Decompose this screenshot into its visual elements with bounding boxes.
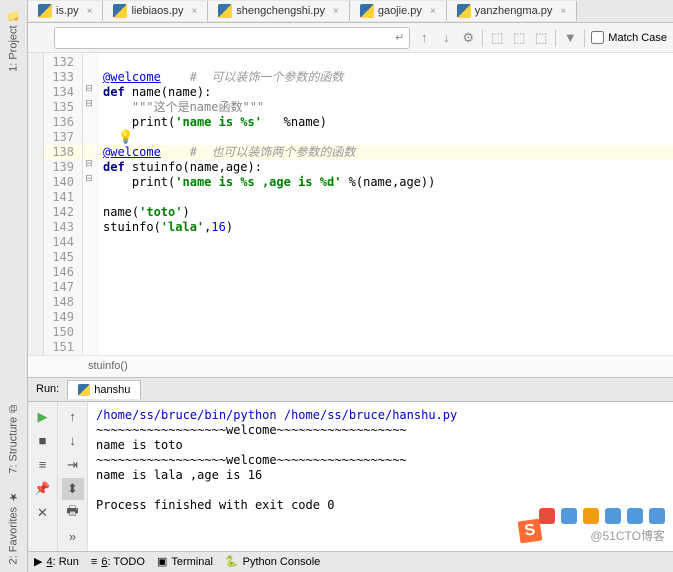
down-button[interactable]: ↓ [62, 430, 84, 452]
python-icon [78, 384, 90, 396]
print-button[interactable]: 🖶 [62, 502, 84, 524]
close-icon[interactable]: × [191, 6, 197, 17]
rerun-button[interactable]: ▶ [32, 406, 54, 428]
python-icon [38, 4, 52, 18]
match-case-checkbox[interactable]: Match Case [591, 31, 667, 44]
python-icon [360, 4, 374, 18]
scroll-end-button[interactable]: ⬍ [62, 478, 84, 500]
watermark-text: @51CTO博客 [590, 527, 665, 544]
run-panel: Run: hanshu ▶ ■ ≡ 📌 ✕ ↑ ↓ ⇥ ⬍ 🖶 » [28, 377, 673, 551]
bottom-python-console[interactable]: 🐍 Python Console [225, 555, 320, 568]
python-icon [113, 4, 127, 18]
close-icon[interactable]: × [560, 6, 566, 17]
python-icon [457, 4, 471, 18]
file-tabs: is.py× liebiaos.py× shengchengshi.py× ga… [28, 0, 673, 23]
prev-match-icon[interactable]: ↑ [416, 30, 432, 46]
code-editor[interactable]: 132133134 135136137 138139140 141142143 … [28, 53, 673, 355]
close-icon[interactable]: × [87, 6, 93, 17]
sidebar-project[interactable]: 1: Project📁 [0, 0, 27, 80]
run-toolbar-output: ↑ ↓ ⇥ ⬍ 🖶 » [58, 402, 88, 551]
select-all-icon[interactable]: ⬚ [489, 30, 505, 46]
next-match-icon[interactable]: ↓ [438, 30, 454, 46]
line-gutter: 132133134 135136137 138139140 141142143 … [44, 53, 83, 355]
sidebar-favorites[interactable]: 2: Favorites★ [0, 482, 27, 572]
stop-button[interactable]: ■ [32, 430, 54, 452]
search-settings-icon[interactable]: ⚙ [460, 30, 476, 46]
tab-is[interactable]: is.py× [28, 1, 103, 21]
softwrap-button[interactable]: ⇥ [62, 454, 84, 476]
tab-shengchengshi[interactable]: shengchengshi.py× [208, 1, 350, 21]
python-icon [218, 4, 232, 18]
fold-column[interactable]: ⊟ ⊟ ⊟⊟ [83, 53, 99, 355]
console-output[interactable]: /home/ss/bruce/bin/python /home/ss/bruce… [88, 402, 673, 551]
left-tool-sidebar: 1: Project📁 7: Structure⧉ 2: Favorites★ [0, 0, 28, 572]
bottom-todo[interactable]: ≡ 6: TODO [91, 556, 145, 568]
bottom-tool-bar: ▶ 4: Run ≡ 6: TODO ▣ Terminal 🐍 Python C… [28, 551, 673, 572]
tab-yanzhengma[interactable]: yanzhengma.py× [447, 1, 578, 21]
find-bar: 🔍 ↵ ↑ ↓ ⚙ ⬚ ⬚ ⬚ ▼ Match Case [28, 23, 673, 52]
pin-button[interactable]: 📌 [32, 478, 54, 500]
search-input[interactable] [54, 27, 410, 49]
close-button[interactable]: ✕ [32, 502, 54, 524]
watermark-icons [539, 508, 665, 524]
sidebar-structure[interactable]: 7: Structure⧉ [0, 397, 27, 482]
layout-button[interactable]: ≡ [32, 454, 54, 476]
remove-selection-icon[interactable]: ⬚ [533, 30, 549, 46]
bottom-terminal[interactable]: ▣ Terminal [157, 555, 213, 568]
intention-bulb-icon[interactable]: 💡 [117, 130, 133, 145]
bottom-run[interactable]: ▶ 4: Run [34, 555, 79, 568]
breadcrumb[interactable]: stuinfo() [28, 355, 673, 377]
run-toolbar-left: ▶ ■ ≡ 📌 ✕ [28, 402, 58, 551]
tab-liebiaos[interactable]: liebiaos.py× [103, 1, 208, 21]
more-button[interactable]: » [62, 526, 84, 548]
enter-icon: ↵ [395, 31, 404, 44]
close-icon[interactable]: × [430, 6, 436, 17]
run-tab-hanshu[interactable]: hanshu [67, 380, 141, 399]
up-button[interactable]: ↑ [62, 406, 84, 428]
tab-gaojie[interactable]: gaojie.py× [350, 1, 447, 21]
filter-icon[interactable]: ▼ [562, 30, 578, 46]
close-icon[interactable]: × [333, 6, 339, 17]
add-selection-icon[interactable]: ⬚ [511, 30, 527, 46]
run-title: Run: [36, 383, 59, 395]
